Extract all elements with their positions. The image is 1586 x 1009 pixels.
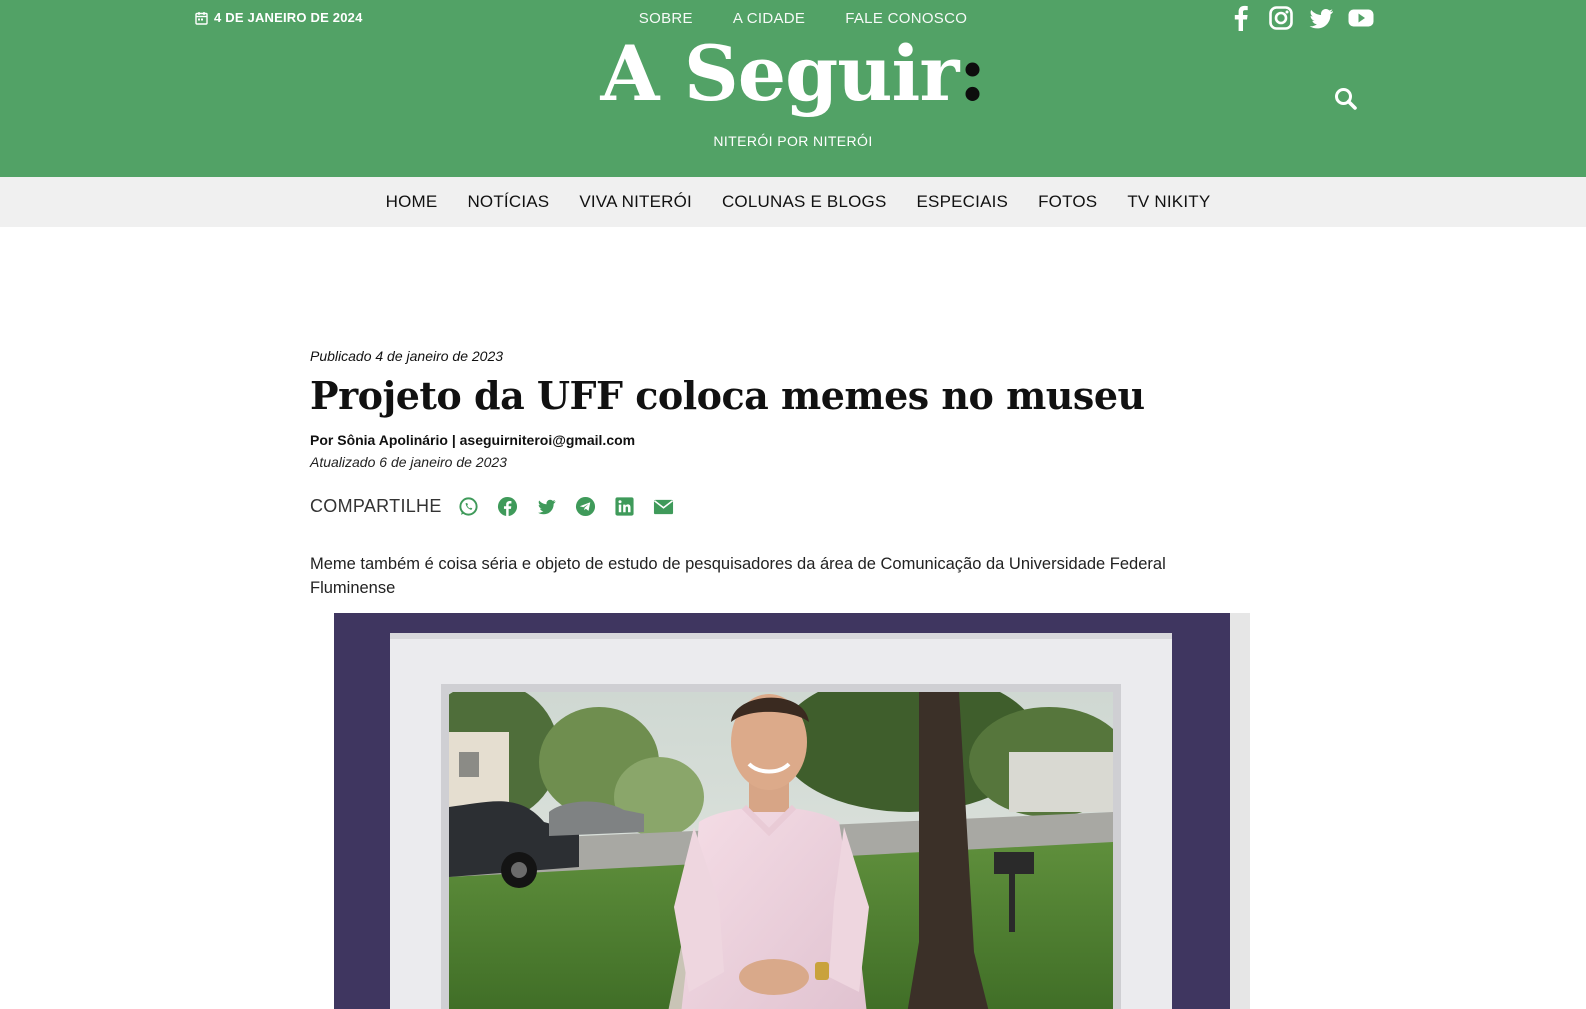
photo-scene [449, 692, 1113, 1009]
twitter-icon[interactable] [1308, 4, 1334, 32]
updated-date: Atualizado 6 de janeiro de 2023 [310, 453, 507, 470]
top-link-a-cidade[interactable]: A CIDADE [733, 10, 805, 27]
instagram-icon[interactable] [1268, 4, 1294, 32]
email-icon[interactable] [653, 496, 674, 517]
share-label: COMPARTILHE [310, 496, 442, 517]
nav-item-colunas-e-blogs[interactable]: COLUNAS E BLOGS [722, 192, 887, 212]
nav-item-noticias[interactable]: NOTÍCIAS [467, 192, 549, 212]
telegram-icon[interactable] [575, 496, 596, 517]
top-link-fale-conosco[interactable]: FALE CONOSCO [845, 10, 967, 27]
whatsapp-icon[interactable] [458, 496, 479, 517]
facebook-icon[interactable] [1228, 4, 1254, 32]
facebook-icon[interactable] [497, 496, 518, 517]
nav-item-especiais[interactable]: ESPECIAIS [917, 192, 1009, 212]
frame-shadow [390, 633, 1172, 639]
nav-item-tv-nikity[interactable]: TV NIKITY [1127, 192, 1210, 212]
article-title: Projeto da UFF coloca memes no museu [310, 373, 1145, 418]
frame-edge [1230, 613, 1250, 1009]
linkedin-icon[interactable] [614, 496, 635, 517]
nav-item-viva-niteroi[interactable]: VIVA NITERÓI [579, 192, 692, 212]
site-tagline: NITERÓI POR NITERÓI [713, 133, 873, 149]
nav-item-home[interactable]: HOME [386, 192, 438, 212]
article-photo [334, 613, 1250, 1009]
top-link-sobre[interactable]: SOBRE [639, 10, 693, 27]
search-icon[interactable] [1333, 86, 1359, 112]
main-nav: HOME NOTÍCIAS VIVA NITERÓI COLUNAS E BLO… [0, 177, 1586, 227]
social-links [1228, 4, 1374, 32]
twitter-icon[interactable] [536, 496, 557, 517]
share-icons [458, 496, 674, 517]
article-lede: Meme também é coisa séria e objeto de es… [310, 554, 1166, 597]
logo-colon: : [958, 29, 986, 118]
nav-item-fotos[interactable]: FOTOS [1038, 192, 1097, 212]
share-bar: COMPARTILHE [310, 492, 1260, 522]
article: Publicado 4 de janeiro de 2023 Projeto d… [310, 340, 1260, 600]
site-header: 4 DE JANEIRO DE 2024 SOBRE A CIDADE FALE… [0, 0, 1586, 177]
published-date: Publicado 4 de janeiro de 2023 [310, 348, 504, 364]
photo-illustration [449, 692, 1113, 1009]
youtube-icon[interactable] [1348, 4, 1374, 32]
logo-text: A Seguir [600, 29, 959, 118]
article-byline: Por Sônia Apolinário | aseguirniteroi@gm… [310, 431, 636, 448]
